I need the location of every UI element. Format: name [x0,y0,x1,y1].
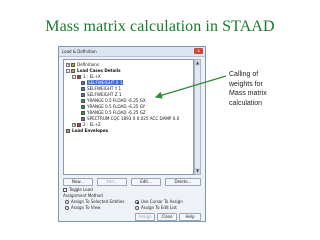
floor-load-icon [81,111,85,115]
load-definition-dialog: Load & Definition x + Definitions - Load C… [58,46,206,222]
load-tree[interactable]: + Definitions - Load Cases Details -1 : EL… [63,59,194,175]
close-icon[interactable]: x [194,48,203,54]
spectrum-icon [81,117,85,121]
load-item-icon [81,87,85,91]
collapse-icon[interactable]: - [72,75,76,79]
callout-text: Calling of weights for Mass matrix calcu… [229,70,289,108]
collapse-icon[interactable]: - [66,69,70,73]
new-button[interactable]: New... [63,178,93,186]
tree-scrollbar[interactable]: ▲ ▼ [194,59,201,175]
radio-icon[interactable] [65,200,69,204]
slide-title: Mass matrix calculation in STAAD [45,18,275,35]
callout-line: weights for [229,80,263,88]
load-case-icon [77,123,81,127]
callout-line: Calling of [229,71,259,78]
expand-icon[interactable]: + [66,63,70,67]
folder-icon [71,63,75,67]
delete-button[interactable]: Delete... [165,178,201,186]
folder-icon [71,69,75,73]
floor-load-icon [81,105,85,109]
edit-button[interactable]: Edit... [131,178,161,186]
floor-load-icon [81,99,85,103]
radio-icon[interactable] [135,206,139,210]
load-case-icon [77,75,81,79]
load-item-icon [81,93,85,97]
help-button[interactable]: Help [179,213,201,221]
folder-icon [66,129,70,133]
expand-icon[interactable]: + [72,123,76,127]
tree-node-load-envelopes[interactable]: Load Envelopes [66,128,108,134]
radio-icon[interactable] [65,206,69,210]
scroll-up-arrow-icon[interactable]: ▲ [195,60,200,66]
radio-assign-view[interactable]: Assign To View [65,205,100,211]
checkbox-icon[interactable] [63,188,67,192]
callout-line: calculation [229,99,263,107]
add-button[interactable]: Add... [97,178,127,186]
radio-selected-icon[interactable] [135,200,139,204]
load-item-icon [81,81,85,85]
close-button[interactable]: Close [157,213,177,221]
radio-assign-edit-list[interactable]: Assign To Edit List [135,205,177,211]
assign-button[interactable]: Assign [135,213,155,221]
dialog-title: Load & Definition [62,49,97,54]
scroll-down-arrow-icon[interactable]: ▼ [195,168,200,174]
callout-line: Mass matrix [229,90,267,97]
dialog-titlebar: Load & Definition x [59,47,205,57]
